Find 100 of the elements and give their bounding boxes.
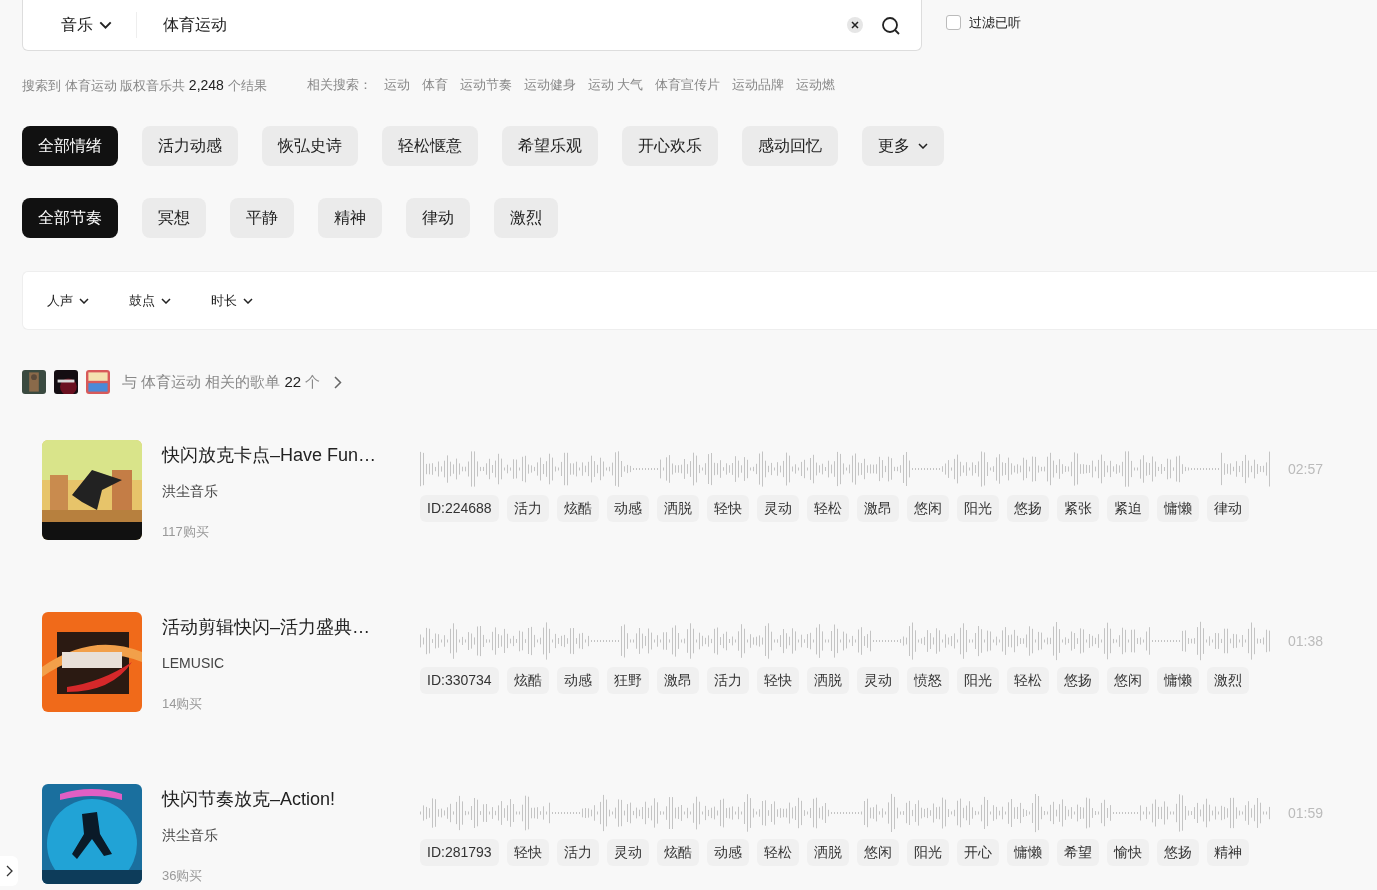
track-duration: 01:38 (1288, 631, 1324, 651)
tag[interactable]: 悠闲 (906, 495, 949, 522)
track-duration: 01:59 (1288, 803, 1324, 823)
tag[interactable]: 紧张 (1056, 495, 1099, 522)
related-link[interactable]: 运动燃 (796, 75, 836, 96)
filter-chip[interactable]: 冥想 (142, 198, 206, 238)
chevron-down-icon (79, 297, 89, 304)
artist-name[interactable]: 洪尘音乐 (162, 825, 392, 846)
filter-chip[interactable]: 全部节奏 (22, 198, 118, 238)
tag[interactable]: 愤怒 (906, 667, 949, 694)
more-dropdown[interactable]: 更多 (862, 126, 944, 166)
filter-chip[interactable]: 开心欢乐 (622, 126, 718, 166)
tag[interactable]: 轻松 (1006, 667, 1049, 694)
tag[interactable]: 悠扬 (1006, 495, 1049, 522)
tag[interactable]: 动感 (606, 495, 649, 522)
filter-chip[interactable]: 精神 (318, 198, 382, 238)
filter-chip[interactable]: 轻松惬意 (382, 126, 478, 166)
tag[interactable]: 悠闲 (1106, 667, 1149, 694)
tag[interactable]: 激昂 (856, 495, 899, 522)
related-link[interactable]: 运动品牌 (732, 75, 785, 96)
related-link[interactable]: 体育宣传片 (655, 75, 721, 96)
filter-chip[interactable]: 激烈 (494, 198, 558, 238)
tag[interactable]: 炫酷 (656, 839, 699, 866)
filter-chip[interactable]: 律动 (406, 198, 470, 238)
tag[interactable]: 悠扬 (1156, 839, 1199, 866)
chevron-down-icon (161, 297, 171, 304)
related-label: 相关搜索： (306, 76, 372, 94)
tag[interactable]: 活力 (706, 667, 749, 694)
search-field[interactable]: 音乐 体育运动 (22, 0, 922, 51)
tag[interactable]: 愉快 (1106, 839, 1149, 866)
tag[interactable]: 紧迫 (1106, 495, 1149, 522)
filter-chip[interactable]: 平静 (230, 198, 294, 238)
tag[interactable]: 慵懒 (1156, 495, 1199, 522)
tag[interactable]: 律动 (1206, 495, 1249, 522)
related-link[interactable]: 运动 大气 (587, 75, 644, 96)
chevron-right-icon (5, 865, 13, 877)
track-id: ID:330734 (420, 667, 499, 694)
tag[interactable]: 灵动 (856, 667, 899, 694)
expand-button[interactable] (0, 856, 18, 886)
tag[interactable]: 希望 (1056, 839, 1099, 866)
waveform-drawing[interactable] (420, 619, 1270, 663)
clear-button[interactable] (847, 17, 863, 33)
tag[interactable]: 精神 (1206, 839, 1249, 866)
checkbox[interactable] (946, 15, 961, 31)
artist-name[interactable]: LEMUSIC (162, 653, 392, 674)
purchase-count: 36购买 (162, 867, 204, 885)
artist-name[interactable]: 洪尘音乐 (162, 481, 392, 502)
category-dropdown[interactable]: 音乐 (55, 12, 137, 38)
tag[interactable]: 狂野 (606, 667, 649, 694)
filter-chip[interactable]: 感动回忆 (742, 126, 838, 166)
tag[interactable]: 开心 (956, 839, 999, 866)
tag[interactable]: 炫酷 (506, 667, 549, 694)
track-title[interactable]: 快闪放克卡点–Have Fun… (162, 442, 392, 469)
track-title[interactable]: 活动剪辑快闪–活力盛典… (162, 614, 392, 641)
tag[interactable]: 轻松 (756, 839, 799, 866)
related-link[interactable]: 运动健身 (523, 75, 576, 96)
track-title[interactable]: 快闪节奏放克–Action! (162, 786, 392, 813)
tag[interactable]: 炫酷 (556, 495, 599, 522)
tag[interactable]: 阳光 (956, 495, 999, 522)
tag[interactable]: 轻快 (506, 839, 549, 866)
chevron-down-icon (99, 21, 112, 29)
tag[interactable]: 活力 (506, 495, 549, 522)
tag[interactable]: 洒脱 (806, 667, 849, 694)
tag[interactable]: 洒脱 (806, 839, 849, 866)
chevron-down-icon (918, 143, 928, 149)
tag[interactable]: 轻快 (706, 495, 749, 522)
filter-chip[interactable]: 全部情绪 (22, 126, 118, 166)
related-link[interactable]: 体育 (421, 75, 448, 96)
tag[interactable]: 激昂 (656, 667, 699, 694)
tag[interactable]: 轻快 (756, 667, 799, 694)
tag[interactable]: 灵动 (756, 495, 799, 522)
tag[interactable]: 阳光 (956, 667, 999, 694)
chevron-down-icon (243, 297, 253, 304)
filter-dropdown[interactable]: 鼓点 (129, 290, 171, 311)
waveform-drawing[interactable] (420, 791, 1270, 835)
related-link[interactable]: 运动节奏 (459, 75, 512, 96)
tag[interactable]: 慵懒 (1006, 839, 1049, 866)
tag[interactable]: 悠扬 (1056, 667, 1099, 694)
filter-chip[interactable]: 希望乐观 (502, 126, 598, 166)
filter-dropdown[interactable]: 时长 (211, 290, 253, 311)
filter-chip[interactable]: 恢弘史诗 (262, 126, 358, 166)
tag[interactable]: 灵动 (606, 839, 649, 866)
tag[interactable]: 洒脱 (656, 495, 699, 522)
tag[interactable]: 慵懒 (1156, 667, 1199, 694)
related-link[interactable]: 运动 (383, 75, 410, 96)
tag[interactable]: 动感 (706, 839, 749, 866)
purchase-count: 117购买 (162, 523, 210, 541)
filter-chip[interactable]: 活力动感 (142, 126, 238, 166)
tag[interactable]: 阳光 (906, 839, 949, 866)
filter-dropdown[interactable]: 人声 (47, 290, 89, 311)
tag[interactable]: 悠闲 (856, 839, 899, 866)
tag[interactable]: 激烈 (1206, 667, 1249, 694)
tag[interactable]: 动感 (556, 667, 599, 694)
checkbox-label: 过滤已听 (969, 14, 1021, 32)
playlist-link[interactable]: 与 体育运动 相关的歌单 22 个 (122, 370, 321, 394)
close-icon (851, 21, 859, 29)
purchase-count: 14购买 (162, 695, 204, 713)
chevron-right-icon[interactable] (334, 375, 343, 389)
tag[interactable]: 活力 (556, 839, 599, 866)
tag[interactable]: 轻松 (806, 495, 849, 522)
